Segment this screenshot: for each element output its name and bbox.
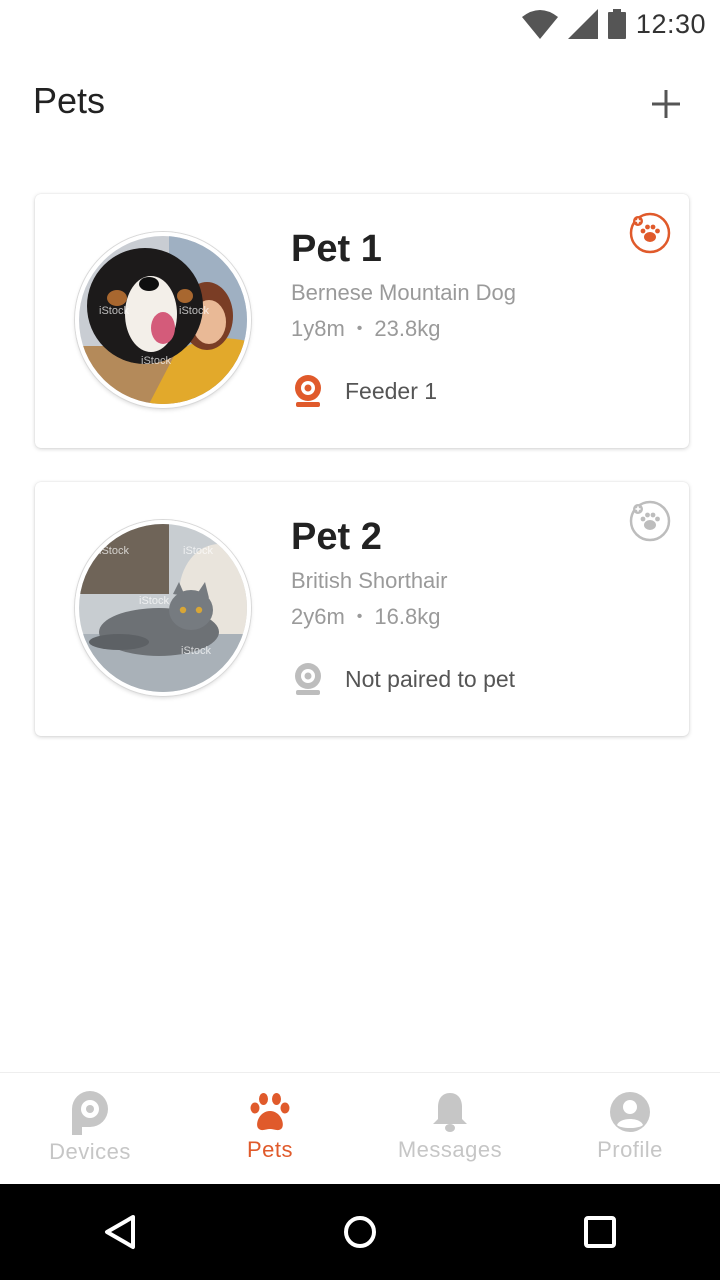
page-title: Pets [33, 80, 106, 121]
devices-icon [72, 1091, 108, 1135]
nav-item-messages[interactable]: Messages [360, 1073, 540, 1184]
bottom-nav: Devices Pets Messages Profile [0, 1072, 720, 1184]
recents-button[interactable] [570, 1202, 630, 1262]
stat-separator: • [356, 320, 363, 337]
pet-stats: 2y6m • 16.8kg [291, 604, 440, 630]
status-bar: 12:30 [0, 0, 720, 48]
paw-badge-icon[interactable] [629, 212, 671, 254]
cat-photo: iStock iStock iStock iStock [79, 524, 247, 692]
status-time: 12:30 [635, 8, 706, 39]
nav-label: Messages [397, 1137, 503, 1162]
pet-card[interactable]: iStock iStock iStock iStock Pet 2 Britis… [35, 482, 689, 736]
system-nav-bar [0, 1184, 720, 1280]
wifi-icon [521, 10, 558, 39]
pet-weight: 23.8kg [374, 316, 441, 341]
pet-breed: British Shorthair [291, 568, 448, 593]
signal-icon [567, 9, 598, 39]
feeder-label: Not paired to pet [345, 665, 516, 692]
profile-icon [610, 1092, 650, 1132]
plus-icon [652, 90, 680, 118]
stat-separator: • [356, 608, 363, 625]
feeder-status: Not paired to pet [293, 662, 515, 696]
svg-text:iStock: iStock [139, 595, 169, 607]
pet-age: 2y6m [291, 604, 345, 629]
nav-label: Pets [246, 1137, 294, 1162]
pet-name: Pet 1 [291, 228, 382, 270]
battery-icon [607, 9, 626, 39]
paw-badge-icon[interactable] [629, 500, 671, 542]
pet-name: Pet 2 [291, 516, 382, 558]
home-button[interactable] [330, 1202, 390, 1262]
dog-photo: iStock iStock iStock [79, 236, 247, 404]
bell-icon [433, 1093, 467, 1132]
app-header: Pets [0, 72, 720, 136]
pet-avatar: iStock iStock iStock [75, 232, 251, 408]
nav-item-pets[interactable]: Pets [180, 1073, 360, 1184]
nav-item-profile[interactable]: Profile [540, 1073, 720, 1184]
pet-stats: 1y8m • 23.8kg [291, 316, 440, 342]
svg-text:iStock: iStock [181, 645, 211, 657]
nav-item-devices[interactable]: Devices [0, 1073, 180, 1184]
svg-text:iStock: iStock [141, 355, 171, 367]
pet-card[interactable]: iStock iStock iStock Pet 1 Bernese Mount… [35, 194, 689, 448]
feeder-icon [295, 663, 321, 695]
feeder-status: Feeder 1 [293, 374, 437, 408]
nav-label: Profile [597, 1137, 663, 1162]
pet-breed: Bernese Mountain Dog [291, 280, 517, 305]
pet-avatar: iStock iStock iStock iStock [75, 520, 251, 696]
back-button[interactable] [90, 1202, 150, 1262]
nav-label: Devices [49, 1139, 131, 1164]
svg-text:iStock: iStock [183, 545, 213, 557]
pet-weight: 16.8kg [374, 604, 441, 629]
add-pet-button[interactable] [644, 82, 688, 126]
paw-icon [250, 1093, 290, 1131]
feeder-label: Feeder 1 [345, 377, 438, 404]
svg-text:iStock: iStock [99, 545, 129, 557]
feeder-icon [295, 375, 321, 407]
back-icon [105, 1215, 135, 1249]
svg-text:iStock: iStock [179, 305, 209, 317]
home-icon [344, 1216, 376, 1248]
pet-age: 1y8m [291, 316, 345, 341]
recents-icon [584, 1216, 616, 1248]
svg-text:iStock: iStock [99, 305, 129, 317]
